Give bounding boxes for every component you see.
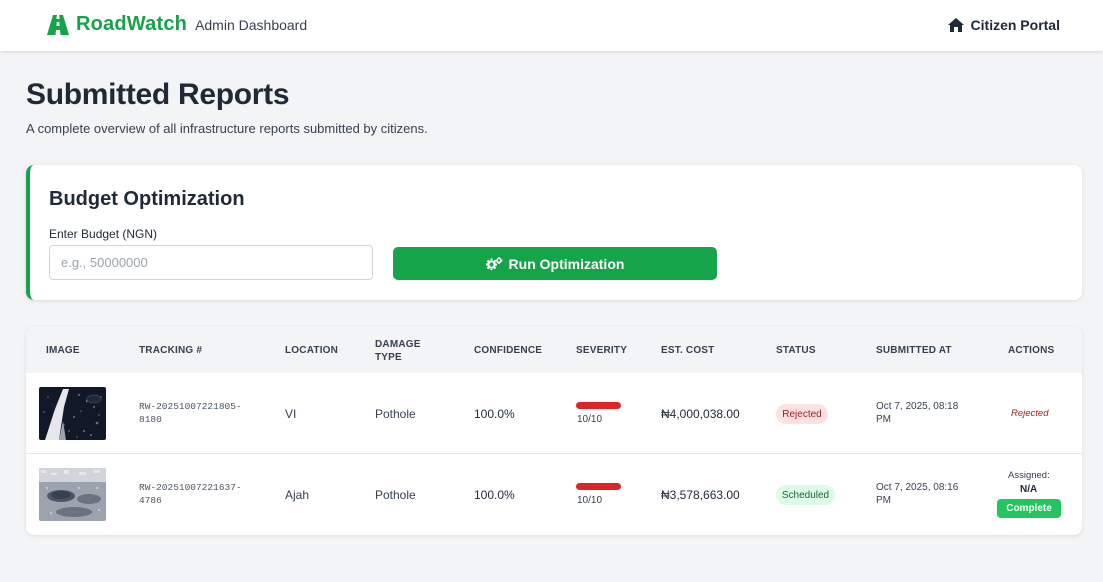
confidence: 100.0% [474, 488, 515, 502]
header-damage-type-line2: Type [375, 352, 402, 363]
report-image[interactable] [39, 387, 106, 440]
status-badge: Rejected [776, 404, 828, 424]
report-image[interactable] [39, 468, 106, 521]
brand-subtitle: Admin Dashboard [195, 16, 308, 33]
estimated-cost: ₦3,578,663.00 [661, 488, 740, 502]
run-optimization-label: Run Optimization [508, 255, 625, 272]
action-rejected-label: Rejected [1011, 408, 1049, 419]
complete-button[interactable]: Complete [997, 499, 1061, 518]
location: Ajah [285, 488, 310, 502]
table-row: RW-20251007221637- 4786 Ajah Pothole 100… [26, 454, 1082, 535]
tracking-number: RW-20251007221637- 4786 [139, 481, 249, 507]
damage-type: Pothole [375, 488, 416, 502]
budget-label: Enter Budget (NGN) [49, 227, 158, 241]
submitted-at-line1: Oct 7, 2025, 08:16 [876, 482, 959, 493]
header-location: Location [285, 345, 339, 356]
citizen-portal-label: Citizen Portal [970, 17, 1060, 33]
severity-bar [576, 483, 621, 490]
location: VI [285, 407, 297, 421]
reports-table: Image Tracking # Location Damage Type Co… [26, 327, 1082, 535]
header-actions: Actions [1008, 345, 1055, 356]
tracking-number-line2: 8180 [139, 414, 162, 425]
pothole-image-2 [39, 468, 106, 521]
submitted-at: Oct 7, 2025, 08:16 PM [876, 481, 971, 507]
header-confidence: Confidence [474, 345, 543, 356]
page-subtitle: A complete overview of all infrastructur… [26, 121, 428, 136]
table-header: Image Tracking # Location Damage Type Co… [26, 327, 1082, 373]
budget-optimization-card: Budget Optimization Enter Budget (NGN) R… [26, 165, 1082, 300]
estimated-cost: ₦4,000,038.00 [661, 407, 740, 421]
tracking-number-line1: RW-20251007221637- [139, 482, 242, 493]
header-status: Status [776, 345, 816, 356]
damage-type: Pothole [375, 407, 416, 421]
budget-input[interactable] [49, 245, 373, 280]
table-row: RW-20251007221805- 8180 VI Pothole 100.0… [26, 373, 1082, 454]
submitted-at-line2: PM [876, 414, 891, 425]
brand-name: RoadWatch [76, 13, 188, 35]
pothole-image-1 [39, 387, 106, 440]
navbar: RoadWatch Admin Dashboard Citizen Portal [0, 0, 1103, 51]
cogs-icon [485, 257, 503, 270]
page-title: Submitted Reports [26, 78, 290, 111]
severity-bar [576, 402, 621, 409]
header-severity: Severity [576, 345, 628, 356]
severity-text: 10/10 [577, 414, 603, 425]
tracking-number-line2: 4786 [139, 495, 162, 506]
submitted-at: Oct 7, 2025, 08:18 PM [876, 400, 971, 426]
header-submitted-at: Submitted At [876, 345, 952, 356]
road-icon [47, 14, 69, 35]
submitted-at-line2: PM [876, 495, 891, 506]
tracking-number: RW-20251007221805- 8180 [139, 400, 249, 426]
assigned-label: Assigned: [1008, 470, 1050, 481]
budget-title: Budget Optimization [49, 188, 245, 210]
assigned-value: N/A [1020, 484, 1038, 495]
run-optimization-button[interactable]: Run Optimization [393, 247, 717, 280]
citizen-portal-link[interactable]: Citizen Portal [947, 17, 1060, 33]
header-est-cost: Est. Cost [661, 345, 715, 356]
brand[interactable]: RoadWatch Admin Dashboard [47, 13, 307, 36]
severity-text: 10/10 [577, 495, 603, 506]
header-damage-type-line1: Damage [375, 339, 421, 350]
header-tracking: Tracking # [139, 345, 203, 356]
submitted-at-line1: Oct 7, 2025, 08:18 [876, 401, 959, 412]
status-badge: Scheduled [776, 485, 835, 505]
confidence: 100.0% [474, 407, 515, 421]
tracking-number-line1: RW-20251007221805- [139, 401, 242, 412]
header-image: Image [46, 345, 80, 356]
home-icon [947, 18, 964, 32]
header-damage-type: Damage Type [375, 338, 421, 364]
